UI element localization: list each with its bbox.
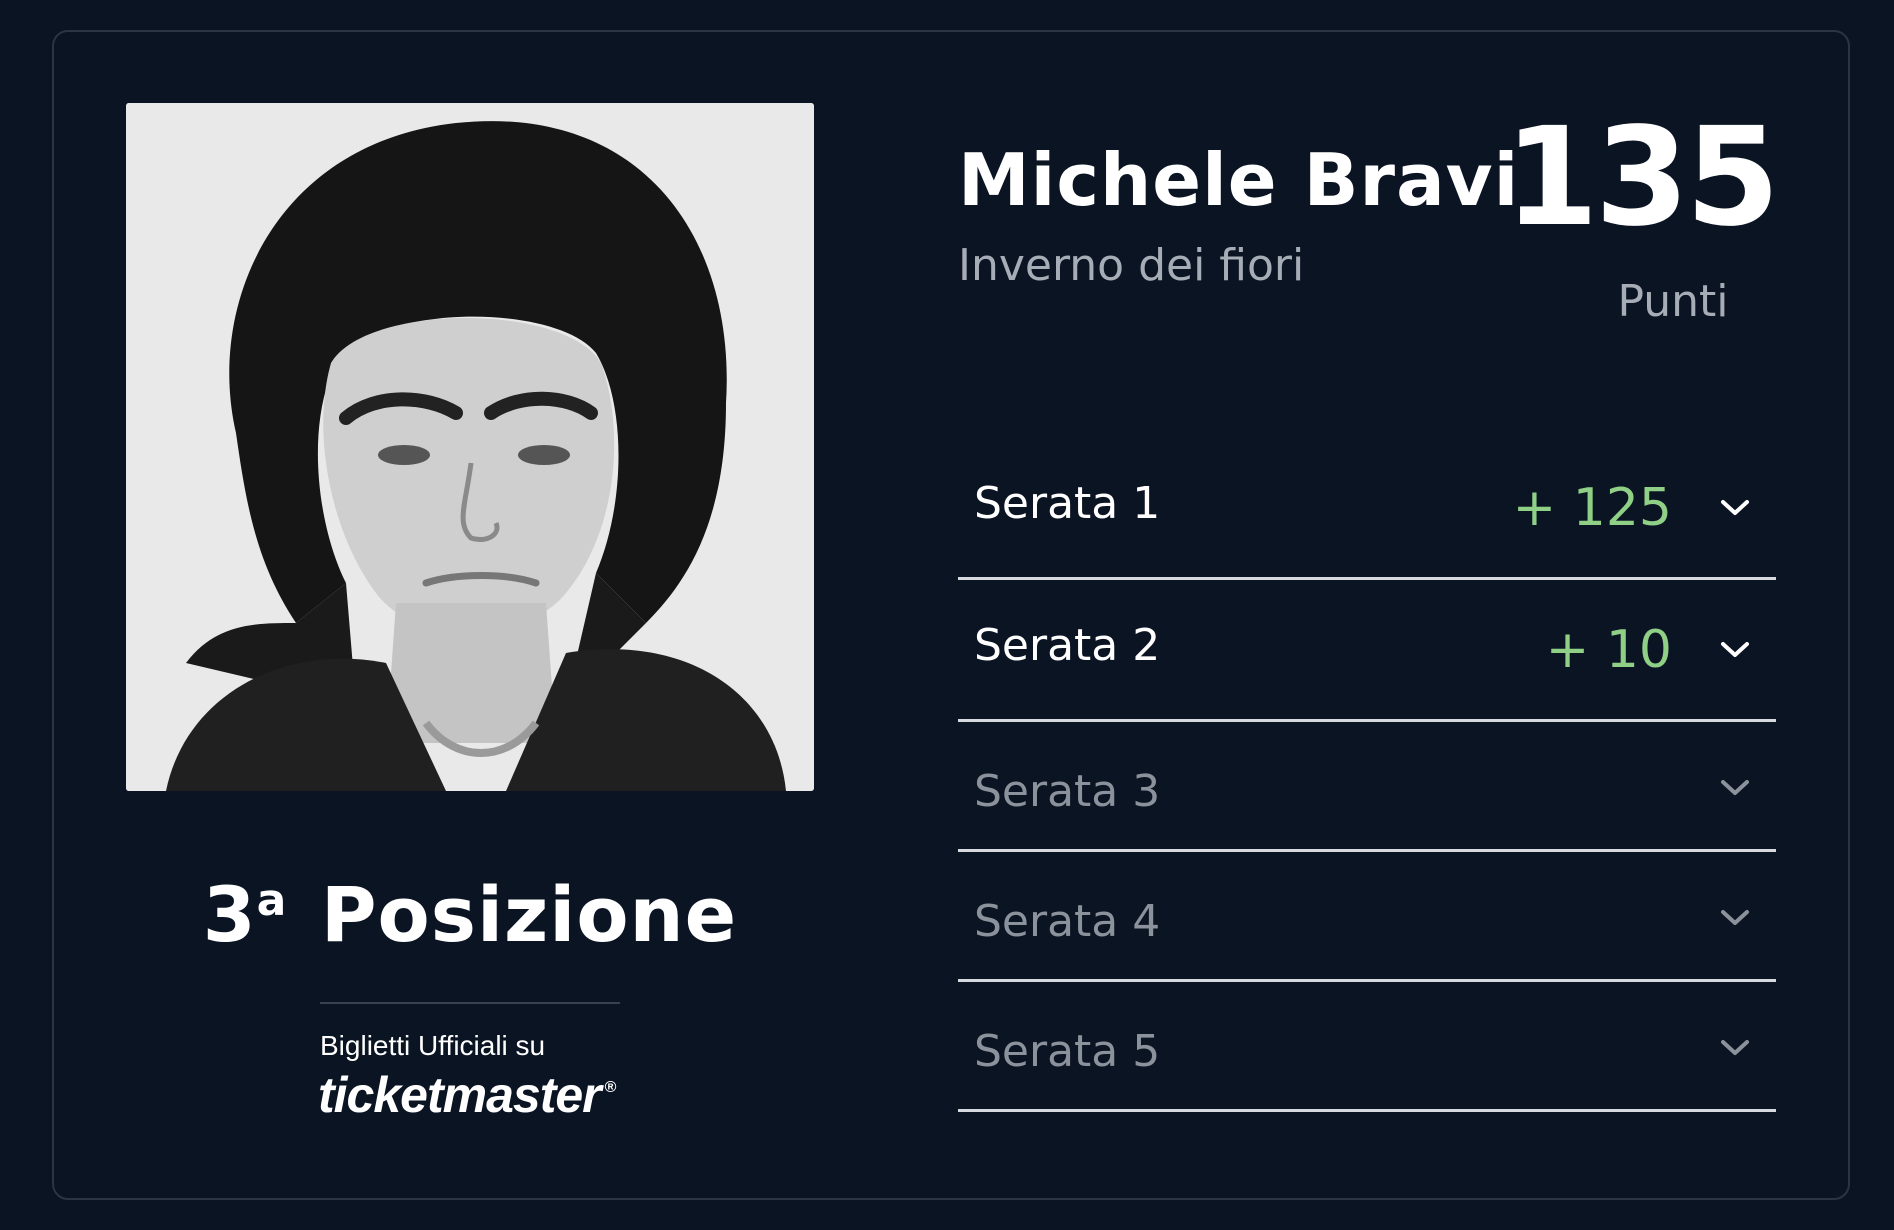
sponsor-divider: [320, 1002, 620, 1004]
round-label: Serata 3: [974, 766, 1161, 817]
artist-name: Michele Bravi: [958, 138, 1520, 222]
round-item-5[interactable]: Serata 5: [958, 982, 1776, 1112]
chevron-down-icon[interactable]: [1718, 1036, 1752, 1058]
round-item-2[interactable]: Serata 2 + 10: [958, 580, 1776, 722]
points-label: Punti: [1617, 276, 1729, 327]
position-number: 3: [202, 870, 257, 959]
chevron-down-icon[interactable]: [1718, 776, 1752, 798]
round-item-3[interactable]: Serata 3: [958, 722, 1776, 852]
position-ordinal: a: [256, 875, 288, 926]
registered-mark: ®: [604, 1079, 617, 1096]
ranking-position: 3a Posizione: [126, 870, 814, 959]
artist-photo: [126, 103, 814, 791]
position-label: Posizione: [320, 870, 738, 959]
round-score: + 125: [1512, 478, 1672, 538]
rounds-list: Serata 1 + 125 Serata 2 + 10 Serata 3 Se…: [958, 438, 1776, 1112]
chevron-down-icon[interactable]: [1718, 906, 1752, 928]
round-label: Serata 2: [974, 620, 1161, 671]
ticketmaster-logo[interactable]: ticketmaster ®: [318, 1066, 617, 1124]
chevron-down-icon[interactable]: [1718, 638, 1752, 660]
round-label: Serata 1: [974, 478, 1161, 529]
chevron-down-icon[interactable]: [1718, 496, 1752, 518]
song-title: Inverno dei fiori: [958, 240, 1305, 291]
round-label: Serata 4: [974, 896, 1161, 947]
portrait-image: [126, 103, 814, 791]
total-points: 135: [1504, 99, 1780, 257]
ticketmaster-logo-text: ticketmaster: [318, 1067, 602, 1123]
round-label: Serata 5: [974, 1026, 1161, 1077]
round-item-1[interactable]: Serata 1 + 125: [958, 438, 1776, 580]
round-item-4[interactable]: Serata 4: [958, 852, 1776, 982]
round-score: + 10: [1545, 620, 1672, 680]
sponsor-caption: Biglietti Ufficiali su: [320, 1030, 546, 1061]
